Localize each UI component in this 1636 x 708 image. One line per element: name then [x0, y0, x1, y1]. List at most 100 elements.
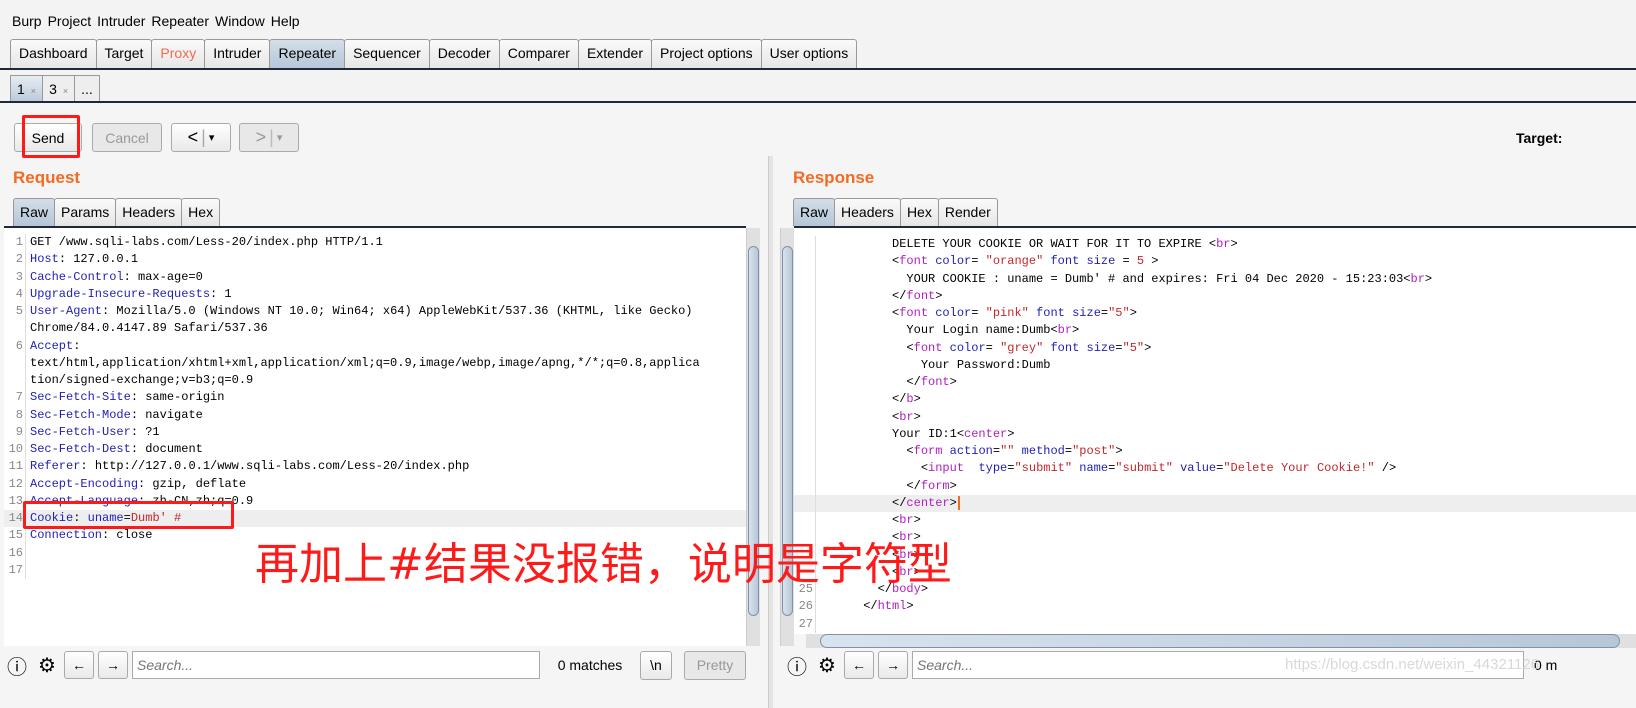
line-content: Accept: [26, 338, 80, 355]
close-icon[interactable]: × [63, 86, 68, 96]
next-match-button[interactable]: → [878, 651, 908, 679]
line-number: 3 [4, 268, 26, 286]
code-token: < [820, 254, 900, 269]
code-token: action [949, 444, 993, 458]
forward-arrow-icon: > [255, 127, 267, 147]
response-tab-hex[interactable]: Hex [899, 198, 939, 226]
help-icon[interactable]: ⓘ [784, 651, 810, 680]
code-line: </b> [794, 391, 1636, 409]
line-content: Your ID:1<center> [816, 426, 1014, 443]
menu-repeater[interactable]: Repeater [151, 13, 209, 29]
line-number [794, 356, 816, 374]
line-content: <input type="submit" name="submit" value… [816, 460, 1396, 477]
code-token: > [1007, 426, 1015, 441]
response-tab-render[interactable]: Render [937, 198, 998, 226]
code-token: : same-origin [130, 390, 225, 405]
code-token: > [949, 495, 957, 510]
code-token: Cache-Control [30, 269, 124, 284]
code-token: < [820, 409, 900, 424]
line-content: <font color= "orange" font size = 5 > [816, 253, 1159, 270]
tab-comparer[interactable]: Comparer [498, 39, 579, 69]
menu-window[interactable]: Window [215, 13, 265, 29]
code-token: < [820, 444, 914, 458]
close-icon[interactable]: × [31, 86, 36, 96]
code-token: font [899, 306, 929, 320]
tab-decoder[interactable]: Decoder [428, 39, 500, 69]
line-number [794, 460, 816, 478]
tab-target[interactable]: Target [95, 39, 153, 69]
code-line: tion/signed-exchange;v=b3;q=0.9 [4, 372, 746, 390]
request-tab-params[interactable]: Params [54, 198, 117, 226]
tab-dashboard[interactable]: Dashboard [10, 39, 97, 69]
repeater-tab-2[interactable]: 3 × [42, 75, 76, 102]
line-number [794, 305, 816, 323]
gear-icon[interactable]: ⚙ [814, 653, 840, 678]
tab-sequencer[interactable]: Sequencer [344, 39, 430, 69]
tab-intruder[interactable]: Intruder [204, 39, 271, 69]
menu-project[interactable]: Project [48, 13, 92, 29]
split-divider[interactable] [768, 156, 773, 708]
line-number: 17 [4, 561, 26, 579]
line-number [794, 287, 816, 305]
code-token: > [1144, 254, 1159, 269]
code-token: < [820, 461, 929, 476]
repeater-tab-3[interactable]: ... [74, 75, 100, 102]
code-token: > [935, 288, 943, 303]
code-token: center [964, 426, 1008, 441]
forward-button[interactable]: > | ▾ [239, 123, 299, 152]
tab-extender[interactable]: Extender [577, 39, 652, 69]
next-match-button[interactable]: → [98, 651, 128, 679]
code-token: > [1129, 306, 1137, 320]
pretty-button[interactable]: Pretty [684, 650, 746, 680]
back-button[interactable]: < | ▾ [171, 123, 231, 152]
gear-icon[interactable]: ⚙ [34, 653, 60, 678]
code-token: > [1115, 444, 1123, 458]
response-tab-raw[interactable]: Raw [793, 198, 836, 226]
code-token: YOUR COOKIE : uname = Dumb' # and expire… [820, 271, 1411, 286]
tab-repeater[interactable]: Repeater [269, 39, 346, 69]
code-token: Accept-Encoding [30, 476, 139, 491]
code-token: "5" [1122, 340, 1145, 355]
menu-intruder[interactable]: Intruder [97, 13, 145, 29]
code-token: color [949, 340, 986, 355]
line-number [794, 494, 816, 512]
code-line: <br> [794, 512, 1636, 530]
line-number: 4 [4, 285, 26, 303]
code-token: input [928, 461, 965, 476]
code-line: 27 [794, 615, 1636, 633]
tab-project-options[interactable]: Project options [651, 39, 762, 69]
line-content: Upgrade-Insecure-Requests: 1 [26, 286, 232, 303]
line-content: </font> [816, 288, 942, 305]
code-token: 5 [1136, 254, 1145, 269]
menu-help[interactable]: Help [271, 13, 300, 29]
request-search-input[interactable] [132, 651, 540, 679]
repeater-tab-1[interactable]: 1 × [10, 75, 44, 102]
code-token: : gzip, deflate [138, 476, 247, 491]
line-content: Host: 127.0.0.1 [26, 251, 138, 268]
code-line: <font color= "pink" font size="5"> [794, 305, 1636, 323]
response-tab-headers[interactable]: Headers [834, 198, 901, 226]
line-number [794, 391, 816, 409]
request-tab-hex[interactable]: Hex [181, 198, 221, 226]
line-number [794, 339, 816, 357]
code-token: = [985, 340, 1001, 355]
code-token: b [906, 392, 914, 407]
prev-match-button[interactable]: ← [844, 651, 874, 679]
annotation-text: 再加上#结果没报错，说明是字符型 [255, 539, 952, 590]
tab-proxy[interactable]: Proxy [151, 39, 206, 69]
code-token: html [877, 599, 907, 614]
help-icon[interactable]: ⓘ [4, 651, 30, 680]
code-token: name [1079, 461, 1109, 476]
code-token: < [820, 513, 900, 527]
cancel-button[interactable]: Cancel [92, 123, 162, 152]
code-line: 11 Referer: http://127.0.0.1/www.sqli-lab… [4, 458, 746, 476]
menu-burp[interactable]: Burp [12, 13, 42, 29]
response-hscrollbar[interactable] [806, 634, 1636, 648]
prev-match-button[interactable]: ← [64, 651, 94, 679]
tab-user-options[interactable]: User options [760, 39, 858, 69]
request-tab-headers[interactable]: Headers [115, 198, 183, 226]
newline-toggle[interactable]: \n [640, 650, 672, 680]
code-token: value [1180, 461, 1217, 476]
request-tab-raw[interactable]: Raw [13, 198, 56, 226]
